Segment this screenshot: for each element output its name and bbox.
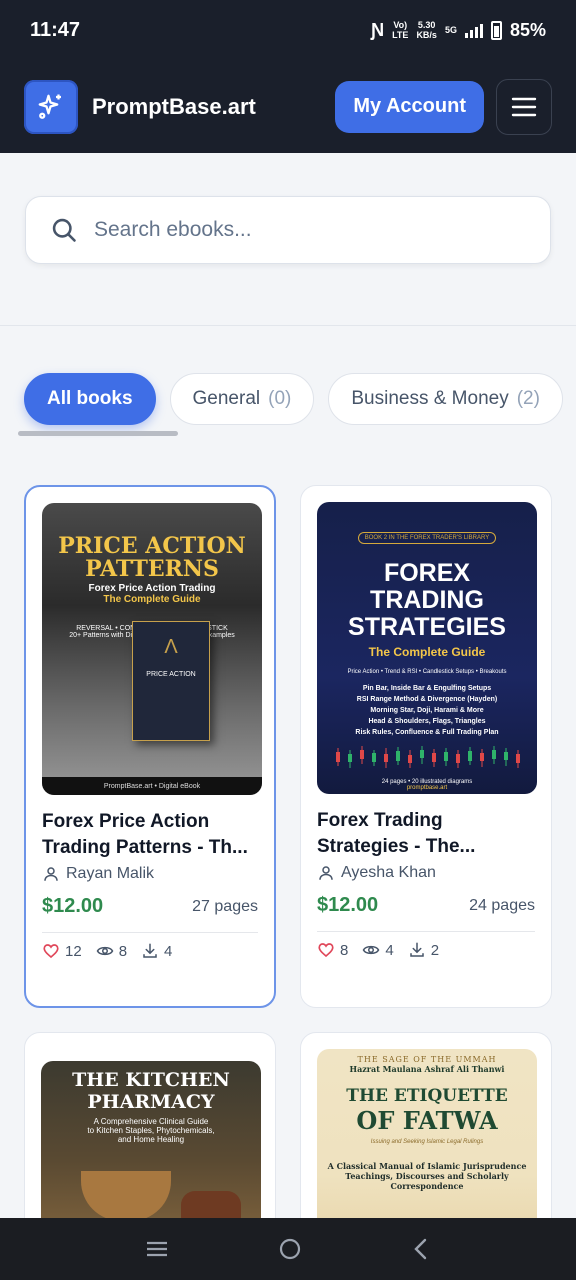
book-cover[interactable]: BOOK 2 IN THE FOREX TRADER'S LIBRARY FOR… [317,502,537,794]
book-pages: 27 pages [192,898,258,915]
sparkles-icon [38,94,61,119]
book-card[interactable]: BOOK 2 IN THE FOREX TRADER'S LIBRARY FOR… [300,485,552,1008]
app-header: PromptBase.art My Account [0,60,576,153]
book-price: $12.00 [317,894,379,916]
cover-topic-list: Pin Bar, Inside Bar & Engulfing Setups R… [355,685,499,736]
network-type: 5G [444,25,457,35]
signal-icon [464,22,483,38]
nfc-icon: Ɲ [371,19,385,40]
category-general[interactable]: General (0) [169,373,315,425]
book-author: Ayesha Khan [317,864,436,882]
search-icon [52,218,76,242]
system-nav-bar [0,1218,576,1280]
heart-icon [43,944,59,959]
category-business-money[interactable]: Business & Money (2) [328,373,563,425]
menu-button[interactable] [496,78,552,135]
likes-stat[interactable]: 8 [317,941,348,959]
eye-icon [363,945,380,955]
volte-indicator: Vo) LTE [392,20,409,40]
download-icon [143,943,157,958]
book-author: Rayan Malik [42,865,154,883]
category-tabs: All books General (0) Business & Money (… [24,373,563,425]
user-icon [319,866,333,880]
card-divider [42,932,258,933]
book-pages: 24 pages [469,897,535,914]
brand-name[interactable]: PromptBase.art [92,94,256,120]
category-all-books[interactable]: All books [24,373,156,425]
my-account-button[interactable]: My Account [335,80,484,133]
eye-icon [96,946,114,956]
views-stat: 8 [96,942,127,960]
book-card[interactable]: PRICE ACTION PATTERNS Forex Price Action… [24,485,276,1008]
back-icon[interactable] [411,1237,431,1261]
user-icon [44,867,58,881]
hamburger-icon [511,97,537,116]
cover-basket-illustration [81,1171,171,1221]
downloads-stat: 2 [408,941,439,959]
status-icons: Ɲ Vo) LTE 5.30 KB/s 5G 85% [371,20,546,41]
search-input[interactable] [94,218,526,242]
book-stats: 12 8 4 [42,942,172,960]
downloads-stat: 4 [141,942,172,960]
category-count: (0) [268,388,292,409]
book-title[interactable]: Forex Trading Strategies - The... [317,808,537,860]
category-count: (2) [516,388,540,409]
book-stats: 8 4 2 [317,941,439,959]
section-divider [0,325,576,326]
network-speed: 5.30 KB/s [416,20,437,40]
views-stat: 4 [362,941,394,959]
logo-button[interactable] [24,79,78,134]
book-title[interactable]: Forex Price Action Trading Patterns - Th… [42,809,262,861]
cover-candlestick-chart [336,746,520,768]
book-price: $12.00 [42,895,104,917]
book-cover[interactable]: PRICE ACTION PATTERNS Forex Price Action… [42,503,262,795]
likes-stat[interactable]: 12 [42,942,82,960]
heart-icon [318,943,334,958]
tab-scroll-indicator [18,431,178,436]
battery-icon [490,20,502,40]
status-bar: 11:47 Ɲ Vo) LTE 5.30 KB/s 5G 85% [0,0,576,60]
card-divider [317,931,535,932]
recent-apps-icon[interactable] [145,1239,169,1259]
battery-percent: 85% [509,19,546,40]
cover-book-illustration: Λ PRICE ACTION [132,621,210,741]
home-icon[interactable] [278,1237,302,1261]
download-icon [409,942,424,957]
search-bar[interactable] [25,196,551,264]
status-time: 11:47 [30,18,81,41]
